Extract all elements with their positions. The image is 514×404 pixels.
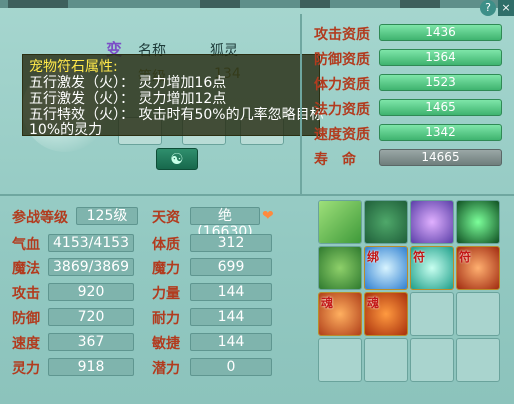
fire-demon-skill-icon[interactable]: 符 [456,246,500,290]
aptitude-value-bar: 1523 [379,74,502,91]
lifespan-value-bar: 14665 [379,149,502,166]
empty-skill-slot[interactable] [410,292,454,336]
stat-value: 3869/3869 [48,258,134,276]
heart-shield-skill-icon[interactable] [410,200,454,244]
muscle-skill-icon[interactable]: 魂 [318,292,362,336]
lightning-skill-icon[interactable]: 绑 [364,246,408,290]
stat-value: 144 [190,283,272,301]
lifespan-label: 寿 命 [314,152,356,168]
stat-label: 力量 [152,286,180,302]
empty-skill-slot[interactable] [364,338,408,382]
stat-value: 920 [48,283,134,301]
monkey-skill-icon[interactable] [318,246,362,290]
green-swirl-skill-icon[interactable] [456,200,500,244]
stat-label: 防御 [12,311,40,327]
pet-attribute-panel: ? × 变 名称 狐灵 等级 134 ☯ 宠物符石属性: 五行激发（火）： 灵力… [0,0,514,404]
stat-value: 绝(16630) [190,207,260,240]
aptitude-label: 法力资质 [314,102,370,118]
vertical-divider [300,14,302,194]
scorpion-skill-icon[interactable]: 魂 [364,292,408,336]
tooltip-line: 10%的灵力 [29,122,103,138]
stat-label: 敏捷 [152,336,180,352]
skill-tag: 魂 [321,296,334,310]
top-frame-strip [0,0,514,8]
stat-label: 魔法 [12,261,40,277]
stat-value: 144 [190,333,272,351]
horizontal-divider [0,194,514,196]
stat-label: 魔力 [152,261,180,277]
stat-value: 367 [48,333,134,351]
aptitude-value-bar: 1342 [379,124,502,141]
crystal-skill-icon[interactable]: 符 [410,246,454,290]
stat-label: 速度 [12,336,40,352]
cat-skill-icon[interactable] [364,200,408,244]
fushi-attribute-tooltip: 宠物符石属性: 五行激发（火）： 灵力增加16点 五行激发（火）： 灵力增加12… [22,54,324,138]
stat-label: 体质 [152,237,180,253]
close-button[interactable]: × [498,0,514,16]
skill-tag: 符 [413,250,426,264]
stat-value: 4153/4153 [48,234,134,252]
stat-value: 918 [48,358,134,376]
empty-skill-slot[interactable] [318,338,362,382]
skill-tag: 绑 [367,250,380,264]
help-button[interactable]: ? [480,0,496,16]
aptitude-label: 防御资质 [314,52,370,68]
stat-value: 125级 [76,207,138,225]
stat-label: 参战等级 [12,210,68,226]
stat-value: 720 [48,308,134,326]
aptitude-value-bar: 1436 [379,24,502,41]
hand-skill-icon[interactable] [318,200,362,244]
aptitude-label: 攻击资质 [314,27,370,43]
stat-value: 0 [190,358,272,376]
stat-label: 灵力 [12,361,40,377]
aptitude-label: 速度资质 [314,127,370,143]
stat-label: 耐力 [152,311,180,327]
heart-icon[interactable]: ❤ [262,208,278,224]
fushi-equip-button[interactable]: ☯ [156,148,198,170]
skill-tag: 魂 [367,296,380,310]
aptitude-value-bar: 1364 [379,49,502,66]
stat-value: 699 [190,258,272,276]
empty-skill-slot[interactable] [410,338,454,382]
stat-value: 312 [190,234,272,252]
stat-label: 攻击 [12,286,40,302]
empty-skill-slot[interactable] [456,292,500,336]
aptitude-label: 体力资质 [314,77,370,93]
stat-label: 潜力 [152,361,180,377]
empty-skill-slot[interactable] [456,338,500,382]
stat-value: 144 [190,308,272,326]
aptitude-value-bar: 1465 [379,99,502,116]
stat-label: 气血 [12,237,40,253]
stat-label: 天资 [152,210,180,226]
skill-tag: 符 [459,250,472,264]
